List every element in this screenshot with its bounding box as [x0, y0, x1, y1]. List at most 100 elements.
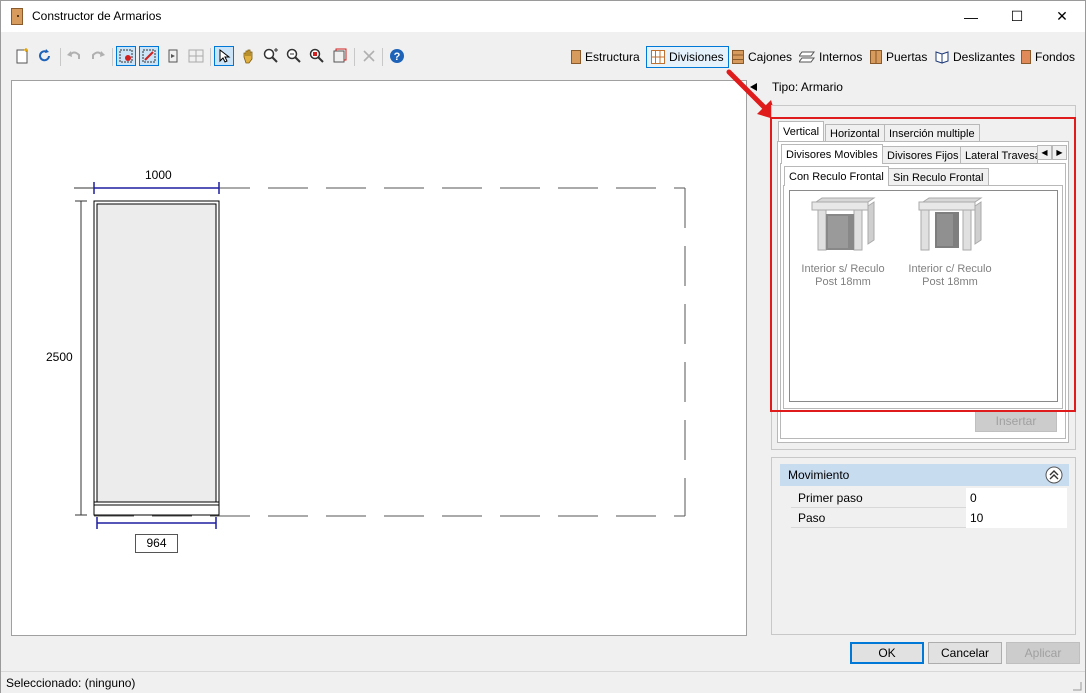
zoom-in-icon	[263, 48, 278, 63]
zoom-in-button[interactable]	[261, 46, 281, 66]
tab-insercion-multiple[interactable]: Inserción multiple	[884, 124, 980, 142]
new-button[interactable]	[12, 46, 32, 66]
list-item[interactable]: Interior s/ Reculo Post 18mm	[793, 263, 893, 289]
dim-left-ticks	[74, 187, 94, 516]
undo-button[interactable]	[64, 46, 84, 66]
close-button[interactable]: ✕	[1039, 1, 1085, 32]
primer-paso-input[interactable]: 0	[966, 488, 1067, 508]
tab-scroll-left-button[interactable]: ◀	[1037, 145, 1052, 160]
grid-icon	[188, 49, 204, 63]
tab-con-reculo-frontal[interactable]: Con Reculo Frontal	[784, 166, 889, 186]
zoom-extents-button[interactable]	[307, 46, 327, 66]
pan-button[interactable]	[238, 46, 258, 66]
list-item[interactable]: Interior c/ Reculo Post 18mm	[900, 263, 1000, 289]
structure-icon	[571, 50, 581, 64]
insertar-button[interactable]: Insertar	[975, 410, 1057, 432]
cancel-button-label: Cancelar	[940, 646, 990, 660]
apply-button[interactable]: Aplicar	[1006, 642, 1080, 664]
resize-grip-icon[interactable]	[1071, 680, 1083, 692]
view-box-button[interactable]	[330, 46, 350, 66]
app-window: Constructor de Armarios — ☐ ✕ ? Estructu…	[0, 0, 1086, 693]
property-name: Primer paso	[798, 491, 863, 505]
dim-width-top-label: 1000	[145, 168, 172, 182]
toolbar-separator	[60, 48, 61, 66]
paso-input[interactable]: 10	[966, 508, 1067, 528]
wardrobe-app-icon	[11, 8, 23, 25]
tab-divisores-movibles[interactable]: Divisores Movibles	[781, 144, 883, 164]
collapse-chevron-up-icon[interactable]	[1045, 466, 1063, 484]
tab-fondos[interactable]: Fondos	[1017, 46, 1079, 68]
movimiento-title: Movimiento	[788, 468, 850, 482]
divisions-icon	[651, 50, 665, 64]
select-pointer-button[interactable]	[214, 46, 234, 66]
tab-scroll-right-button[interactable]: ▶	[1052, 145, 1067, 160]
tab-puertas[interactable]: Puertas	[866, 46, 931, 68]
refresh-button[interactable]	[35, 46, 55, 66]
property-name: Paso	[798, 511, 826, 525]
dim-width-bottom-label[interactable]: 964	[135, 534, 178, 553]
redo-icon	[92, 51, 105, 59]
snap-button[interactable]	[116, 46, 136, 66]
status-text: Seleccionado: (ninguno)	[6, 676, 136, 690]
drawing-canvas[interactable]: 1000 2500 964	[11, 80, 747, 636]
redo-button[interactable]	[88, 46, 108, 66]
zoom-window-button[interactable]	[163, 46, 183, 66]
tab-divisiones[interactable]: Divisiones	[646, 46, 729, 68]
tab-sin-reculo-frontal[interactable]: Sin Reculo Frontal	[888, 168, 989, 186]
drawers-icon	[732, 50, 744, 64]
snap-object-icon	[142, 49, 156, 63]
tab-insercion-multiple-label: Inserción multiple	[889, 127, 975, 140]
movimiento-header[interactable]: Movimiento	[780, 464, 1069, 486]
help-icon: ?	[390, 49, 404, 63]
toolbar-separator	[112, 48, 113, 66]
close-icon: ✕	[1056, 8, 1068, 24]
toolbar-separator	[354, 48, 355, 66]
help-button[interactable]: ?	[387, 46, 407, 66]
toolbar-separator	[382, 48, 383, 66]
tab-fondos-label: Fondos	[1035, 50, 1076, 64]
tab-estructura[interactable]: Estructura	[567, 46, 644, 68]
hand-icon	[243, 49, 253, 64]
new-document-icon	[16, 48, 28, 64]
doors-icon	[870, 50, 882, 64]
tab-vertical[interactable]: Vertical	[778, 121, 825, 141]
title-bar: Constructor de Armarios — ☐ ✕	[1, 1, 1085, 32]
tab-puertas-label: Puertas	[886, 50, 928, 64]
chevron-right-icon: ▶	[1056, 148, 1063, 157]
undo-icon	[67, 51, 80, 59]
tab-cajones[interactable]: Cajones	[728, 46, 796, 68]
tab-divisores-movibles-label: Divisores Movibles	[786, 148, 878, 161]
interior-sin-reculo-thumbnail[interactable]	[810, 196, 878, 254]
svg-text:?: ?	[394, 51, 401, 63]
snap-object-button[interactable]	[139, 46, 159, 66]
tab-deslizantes-label: Deslizantes	[953, 50, 1016, 64]
tab-cajones-label: Cajones	[748, 50, 793, 64]
tab-horizontal[interactable]: Horizontal	[825, 124, 885, 142]
tab-sin-reculo-frontal-label: Sin Reculo Frontal	[893, 171, 984, 184]
cancel-button[interactable]: Cancelar	[928, 642, 1002, 664]
apply-button-label: Aplicar	[1024, 646, 1062, 660]
insertar-button-label: Insertar	[995, 414, 1037, 428]
drawing-svg	[74, 182, 686, 529]
property-row-primer-paso: Primer paso 0	[791, 488, 1067, 508]
tab-horizontal-label: Horizontal	[830, 127, 880, 140]
delete-button[interactable]	[359, 46, 379, 66]
sliding-doors-icon	[935, 51, 949, 64]
interior-con-reculo-thumbnail[interactable]	[917, 196, 985, 254]
tab-deslizantes[interactable]: Deslizantes	[931, 46, 1019, 68]
minimize-button[interactable]: —	[948, 1, 994, 32]
ok-button[interactable]: OK	[850, 642, 924, 664]
maximize-button[interactable]: ☐	[994, 1, 1040, 32]
tab-lateral-travesano[interactable]: Lateral Travesa	[960, 146, 1038, 164]
maximize-icon: ☐	[1010, 8, 1024, 24]
tab-divisores-fijos[interactable]: Divisores Fijos	[882, 146, 964, 164]
tab-internos[interactable]: Internos	[795, 46, 866, 68]
grid-button[interactable]	[186, 46, 206, 66]
ok-button-label: OK	[878, 646, 896, 660]
tab-vertical-label: Vertical	[783, 125, 820, 138]
cabinet-interior	[96, 203, 217, 503]
zoom-out-button[interactable]	[284, 46, 304, 66]
window-title: Constructor de Armarios	[32, 9, 162, 23]
pointer-icon	[219, 48, 231, 63]
tab-divisiones-label: Divisiones	[669, 50, 724, 64]
